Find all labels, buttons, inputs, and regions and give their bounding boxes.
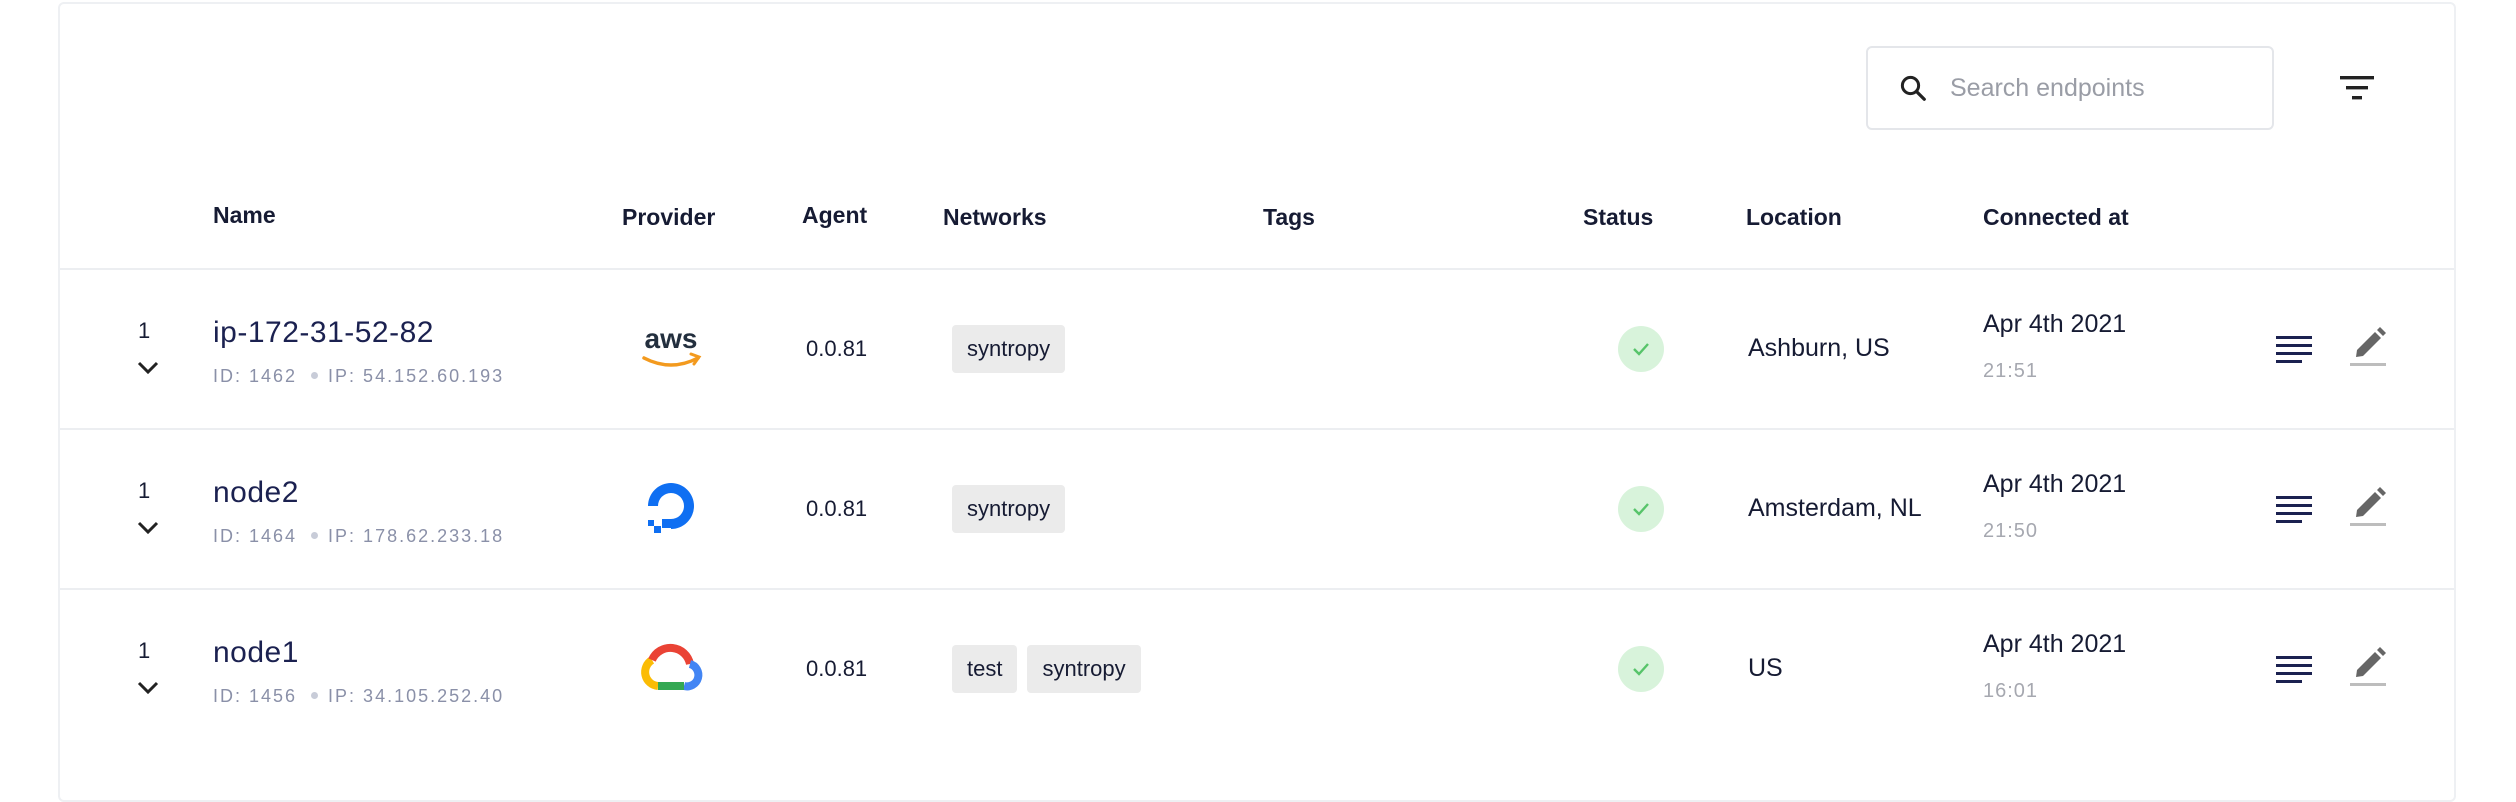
connected-date: Apr 4th 2021 xyxy=(1983,630,2127,658)
endpoint-ip: IP: 34.105.252.40 xyxy=(328,686,505,706)
logs-icon[interactable] xyxy=(2275,334,2313,364)
child-count: 1 xyxy=(138,638,151,663)
svg-text:aws: aws xyxy=(645,323,698,354)
filter-icon[interactable] xyxy=(2338,70,2376,106)
location-text: Amsterdam, NL xyxy=(1748,494,1922,522)
connected-time: 21:51 xyxy=(1983,360,2039,382)
network-tags: test syntropy xyxy=(952,645,1141,693)
column-header-connected-at[interactable]: Connected at xyxy=(1983,204,2129,231)
separator-dot xyxy=(311,692,319,699)
agent-version: 0.0.81 xyxy=(806,656,868,681)
search-box[interactable] xyxy=(1866,46,2274,130)
edit-icon[interactable] xyxy=(2348,322,2388,368)
endpoint-ip: IP: 54.152.60.193 xyxy=(328,366,505,386)
edit-icon[interactable] xyxy=(2348,482,2388,528)
endpoint-meta: ID: 1462 IP: 54.152.60.193 xyxy=(213,366,504,387)
separator-dot xyxy=(311,532,319,539)
agent-version: 0.0.81 xyxy=(806,496,868,521)
column-header-location[interactable]: Location xyxy=(1746,204,1842,231)
column-header-provider[interactable]: Provider xyxy=(622,204,715,231)
digitalocean-logo-icon xyxy=(648,483,694,533)
network-tag[interactable]: test xyxy=(952,645,1018,693)
connected-time: 21:50 xyxy=(1983,520,2039,542)
endpoint-meta: ID: 1464 IP: 178.62.233.18 xyxy=(213,526,504,547)
network-tag[interactable]: syntropy xyxy=(952,325,1066,373)
endpoint-meta: ID: 1456 IP: 34.105.252.40 xyxy=(213,686,504,707)
endpoint-ip: IP: 178.62.233.18 xyxy=(328,526,505,546)
endpoint-id: ID: 1464 xyxy=(213,526,298,546)
logs-icon[interactable] xyxy=(2275,654,2313,684)
column-header-networks[interactable]: Networks xyxy=(943,204,1047,231)
location-text: Ashburn, US xyxy=(1748,334,1890,362)
check-icon xyxy=(1633,663,1649,676)
chevron-down-icon[interactable] xyxy=(136,520,160,536)
connected-date: Apr 4th 2021 xyxy=(1983,470,2127,498)
column-header-status[interactable]: Status xyxy=(1583,204,1653,231)
location-text: US xyxy=(1748,654,1783,682)
endpoint-id: ID: 1456 xyxy=(213,686,298,706)
endpoints-card: Name Provider Agent Networks Tags Status… xyxy=(58,2,2456,802)
chevron-down-icon[interactable] xyxy=(136,360,160,376)
separator-dot xyxy=(311,372,319,379)
child-count: 1 xyxy=(138,318,151,343)
edit-icon[interactable] xyxy=(2348,642,2388,688)
column-header-agent[interactable]: Agent xyxy=(802,202,867,229)
table-row[interactable]: 1 ip-172-31-52-82 ID: 1462 IP: 54.152.60.… xyxy=(60,268,2454,430)
child-count: 1 xyxy=(138,478,151,503)
google-cloud-logo-icon xyxy=(641,643,703,691)
network-tags: syntropy xyxy=(952,485,1066,533)
status-badge xyxy=(1618,486,1664,532)
network-tag[interactable]: syntropy xyxy=(952,485,1066,533)
connected-date: Apr 4th 2021 xyxy=(1983,310,2127,338)
table-row[interactable]: 1 node2 ID: 1464 IP: 178.62.233.18 0.0.81… xyxy=(60,428,2454,590)
column-header-tags[interactable]: Tags xyxy=(1263,204,1315,231)
status-badge xyxy=(1618,326,1664,372)
network-tag[interactable]: syntropy xyxy=(1027,645,1141,693)
check-icon xyxy=(1633,503,1649,516)
search-input[interactable] xyxy=(1948,72,2272,104)
logs-icon[interactable] xyxy=(2275,494,2313,524)
chevron-down-icon[interactable] xyxy=(136,680,160,696)
endpoint-name[interactable]: node2 xyxy=(213,476,299,510)
status-badge xyxy=(1618,646,1664,692)
network-tags: syntropy xyxy=(952,325,1066,373)
agent-version: 0.0.81 xyxy=(806,336,868,361)
endpoint-name[interactable]: ip-172-31-52-82 xyxy=(213,316,434,350)
column-header-name[interactable]: Name xyxy=(213,202,276,229)
endpoint-id: ID: 1462 xyxy=(213,366,298,386)
connected-time: 16:01 xyxy=(1983,680,2039,702)
check-icon xyxy=(1633,343,1649,356)
search-icon xyxy=(1900,75,1926,101)
table-row[interactable]: 1 node1 ID: 1456 IP: 34.105.252.40 0.0.81… xyxy=(60,588,2454,750)
endpoint-name[interactable]: node1 xyxy=(213,636,299,670)
aws-logo-icon: aws xyxy=(642,323,702,367)
